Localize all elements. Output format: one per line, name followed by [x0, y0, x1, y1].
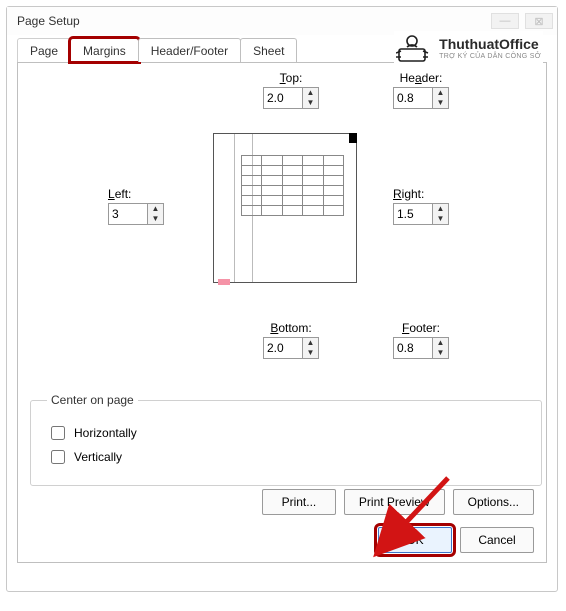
right-spin[interactable]: ▲▼: [393, 203, 449, 225]
header-spin[interactable]: ▲▼: [393, 87, 449, 109]
vertically-checkbox-row[interactable]: Vertically: [47, 447, 531, 467]
footer-margin-group: Footer: ▲▼: [393, 321, 449, 359]
footer-up-icon[interactable]: ▲: [433, 338, 448, 348]
center-legend: Center on page: [47, 393, 138, 407]
left-down-icon[interactable]: ▼: [148, 214, 163, 224]
top-spin[interactable]: ▲▼: [263, 87, 319, 109]
right-input[interactable]: [393, 203, 433, 225]
horizontally-checkbox-row[interactable]: Horizontally: [47, 423, 531, 443]
button-row-1: Print... Print Preview Options...: [262, 489, 534, 515]
horizontally-checkbox[interactable]: [51, 426, 65, 440]
print-button[interactable]: Print...: [262, 489, 336, 515]
minimize-button[interactable]: —: [491, 13, 519, 29]
header-label: Header:: [400, 71, 443, 85]
right-margin-group: Right: ▲▼: [393, 187, 449, 225]
right-up-icon[interactable]: ▲: [433, 204, 448, 214]
window-title: Page Setup: [17, 14, 80, 28]
bottom-down-icon[interactable]: ▼: [303, 348, 318, 358]
print-preview-button[interactable]: Print Preview: [344, 489, 445, 515]
logo-title: ThuthuatOffice: [439, 37, 541, 51]
footer-label: Footer:: [402, 321, 440, 335]
header-margin-group: Header: ▲▼: [393, 71, 449, 109]
preview-marker-icon: [349, 133, 357, 143]
footer-down-icon[interactable]: ▼: [433, 348, 448, 358]
options-button[interactable]: Options...: [453, 489, 534, 515]
top-input[interactable]: [263, 87, 303, 109]
left-margin-group: Left: ▲▼: [108, 187, 164, 225]
page-setup-dialog: Page Setup — ⊠ Page Margins Header/Foote…: [6, 6, 558, 592]
preview-accent-icon: [218, 279, 230, 285]
right-down-icon[interactable]: ▼: [433, 214, 448, 224]
left-input[interactable]: [108, 203, 148, 225]
logo-subtitle: TRỢ KÝ CỦA DÂN CÔNG SỞ: [439, 53, 541, 60]
cancel-button[interactable]: Cancel: [460, 527, 534, 553]
tab-body: Top: ▲▼ Header: ▲▼: [17, 63, 547, 563]
footer-spin[interactable]: ▲▼: [393, 337, 449, 359]
bottom-spin[interactable]: ▲▼: [263, 337, 319, 359]
top-up-icon[interactable]: ▲: [303, 88, 318, 98]
horizontally-label: Horizontally: [74, 426, 137, 440]
bottom-up-icon[interactable]: ▲: [303, 338, 318, 348]
top-margin-group: Top: ▲▼: [263, 71, 319, 109]
left-up-icon[interactable]: ▲: [148, 204, 163, 214]
right-label: Right:: [393, 187, 424, 201]
tab-sheet[interactable]: Sheet: [240, 38, 297, 62]
header-input[interactable]: [393, 87, 433, 109]
tab-margins[interactable]: Margins: [70, 38, 139, 62]
bottom-margin-group: Bottom: ▲▼: [263, 321, 319, 359]
page-preview: [213, 133, 357, 283]
footer-input[interactable]: [393, 337, 433, 359]
header-down-icon[interactable]: ▼: [433, 98, 448, 108]
tab-header-footer[interactable]: Header/Footer: [138, 38, 241, 62]
bottom-label: Bottom:: [270, 321, 311, 335]
logo-icon: [396, 33, 434, 63]
watermark-logo: ThuthuatOffice TRỢ KÝ CỦA DÂN CÔNG SỞ: [394, 31, 543, 65]
bottom-input[interactable]: [263, 337, 303, 359]
ok-button[interactable]: OK: [378, 527, 452, 553]
window-buttons: — ⊠: [491, 13, 553, 29]
button-row-2: OK Cancel: [378, 527, 534, 553]
left-spin[interactable]: ▲▼: [108, 203, 164, 225]
tab-page[interactable]: Page: [17, 38, 71, 62]
top-down-icon[interactable]: ▼: [303, 98, 318, 108]
vertically-label: Vertically: [74, 450, 122, 464]
center-on-page-group: Center on page Horizontally Vertically: [30, 393, 542, 486]
close-button[interactable]: ⊠: [525, 13, 553, 29]
vertically-checkbox[interactable]: [51, 450, 65, 464]
left-label: Left:: [108, 187, 131, 201]
header-up-icon[interactable]: ▲: [433, 88, 448, 98]
top-label: Top:: [280, 71, 303, 85]
